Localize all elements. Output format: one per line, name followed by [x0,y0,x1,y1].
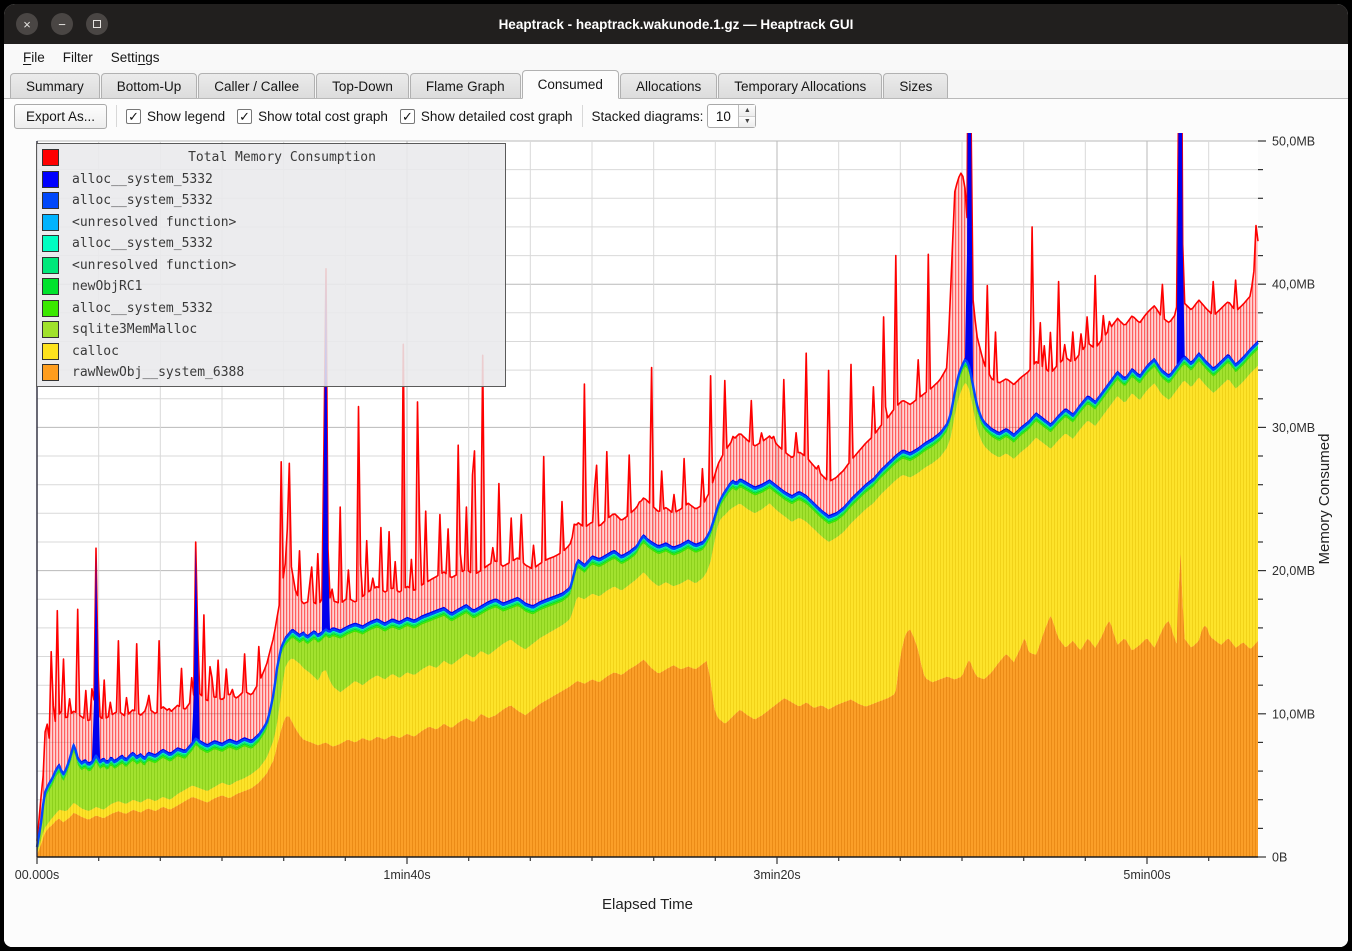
legend-swatch-icon [42,343,59,360]
tab-top-down[interactable]: Top-Down [316,73,409,98]
consumed-chart[interactable]: 00.000s 1min40s 3min20s 5min00s 0B 10,0MB 20,0… [4,133,1348,947]
legend-swatch-icon [42,192,59,209]
heaptrack-window: × − Heaptrack - heaptrack.wakunode.1.gz … [4,4,1348,947]
legend-label: alloc__system_5332 [59,193,213,208]
x-axis-title: Elapsed Time [602,896,693,913]
checkbox-label: Show legend [147,109,225,124]
svg-text:10,0MB: 10,0MB [1272,707,1315,721]
legend-swatch-icon [42,235,59,252]
legend-item: calloc [37,341,505,361]
checkmark-icon: ✓ [237,109,252,124]
legend-item: sqlite3MemMalloc [37,320,505,340]
stacked-diagrams-spinbox[interactable]: 10 ▲ ▼ [707,104,756,128]
svg-text:20,0MB: 20,0MB [1272,564,1315,578]
y-axis-title: Memory Consumed [1316,434,1333,565]
legend-label: Total Memory Consumption [59,150,505,165]
legend-item: rawNewObj__system_6388 [37,363,505,383]
checkbox-label: Show detailed cost graph [421,109,573,124]
legend-item: alloc__system_5332 [37,191,505,211]
tab-sizes[interactable]: Sizes [883,73,948,98]
toolbar-separator [116,105,117,127]
legend-swatch-icon [42,300,59,317]
tab-summary[interactable]: Summary [10,73,100,98]
legend-label: calloc [59,344,119,359]
checkmark-icon: ✓ [126,109,141,124]
legend-item: alloc__system_5332 [37,234,505,254]
legend-item: alloc__system_5332 [37,169,505,189]
legend-swatch-icon [42,321,59,338]
svg-text:0B: 0B [1272,851,1287,865]
svg-text:00.000s: 00.000s [15,868,59,882]
checkbox-show-detailed-cost-graph[interactable]: ✓ Show detailed cost graph [400,109,573,124]
legend-item: <unresolved function> [37,212,505,232]
menu-filter[interactable]: Filter [54,47,102,68]
legend-label: newObjRC1 [59,279,142,294]
legend-item: Total Memory Consumption [37,148,505,168]
legend-swatch-icon [42,214,59,231]
stacked-diagrams-value[interactable]: 10 [708,105,738,127]
svg-text:5min00s: 5min00s [1123,868,1170,882]
chart-legend: Total Memory Consumption alloc__system_53… [36,143,506,387]
legend-swatch-icon [42,149,59,166]
legend-item: newObjRC1 [37,277,505,297]
tab-flame-graph[interactable]: Flame Graph [410,73,521,98]
legend-label: <unresolved function> [59,258,236,273]
legend-label: sqlite3MemMalloc [59,322,197,337]
tabbar: SummaryBottom-UpCaller / CalleeTop-DownF… [4,70,1348,99]
svg-text:30,0MB: 30,0MB [1272,421,1315,435]
spin-up-icon[interactable]: ▲ [739,105,755,117]
menu-file[interactable]: File [14,47,54,68]
tab-temporary-allocations[interactable]: Temporary Allocations [718,73,882,98]
spin-down-icon[interactable]: ▼ [739,117,755,128]
checkbox-label: Show total cost graph [258,109,388,124]
toolbar: Export As... ✓ Show legend ✓ Show total cos… [4,99,1348,133]
checkmark-icon: ✓ [400,109,415,124]
menu-settings[interactable]: Settings [102,47,169,68]
tab-bottom-up[interactable]: Bottom-Up [101,73,198,98]
stacked-diagrams-label: Stacked diagrams: [592,109,704,124]
tab-consumed[interactable]: Consumed [522,70,619,99]
tab-allocations[interactable]: Allocations [620,73,717,98]
svg-text:50,0MB: 50,0MB [1272,135,1315,149]
export-as-button[interactable]: Export As... [14,104,107,129]
legend-label: rawNewObj__system_6388 [59,365,244,380]
legend-label: alloc__system_5332 [59,236,213,251]
legend-item: alloc__system_5332 [37,298,505,318]
legend-label: alloc__system_5332 [59,172,213,187]
legend-swatch-icon [42,171,59,188]
checkbox-show-total-cost-graph[interactable]: ✓ Show total cost graph [237,109,388,124]
svg-text:1min40s: 1min40s [383,868,430,882]
legend-item: <unresolved function> [37,255,505,275]
legend-label: <unresolved function> [59,215,236,230]
toolbar-separator [582,105,583,127]
legend-label: alloc__system_5332 [59,301,213,316]
menubar: FileFilterSettings [4,44,1348,70]
legend-swatch-icon [42,278,59,295]
window-title: Heaptrack - heaptrack.wakunode.1.gz — He… [4,4,1348,44]
titlebar: × − Heaptrack - heaptrack.wakunode.1.gz … [4,4,1348,44]
svg-text:3min20s: 3min20s [753,868,800,882]
legend-swatch-icon [42,257,59,274]
svg-text:40,0MB: 40,0MB [1272,278,1315,292]
legend-swatch-icon [42,364,59,381]
tab-caller-callee[interactable]: Caller / Callee [198,73,315,98]
checkbox-show-legend[interactable]: ✓ Show legend [126,109,225,124]
